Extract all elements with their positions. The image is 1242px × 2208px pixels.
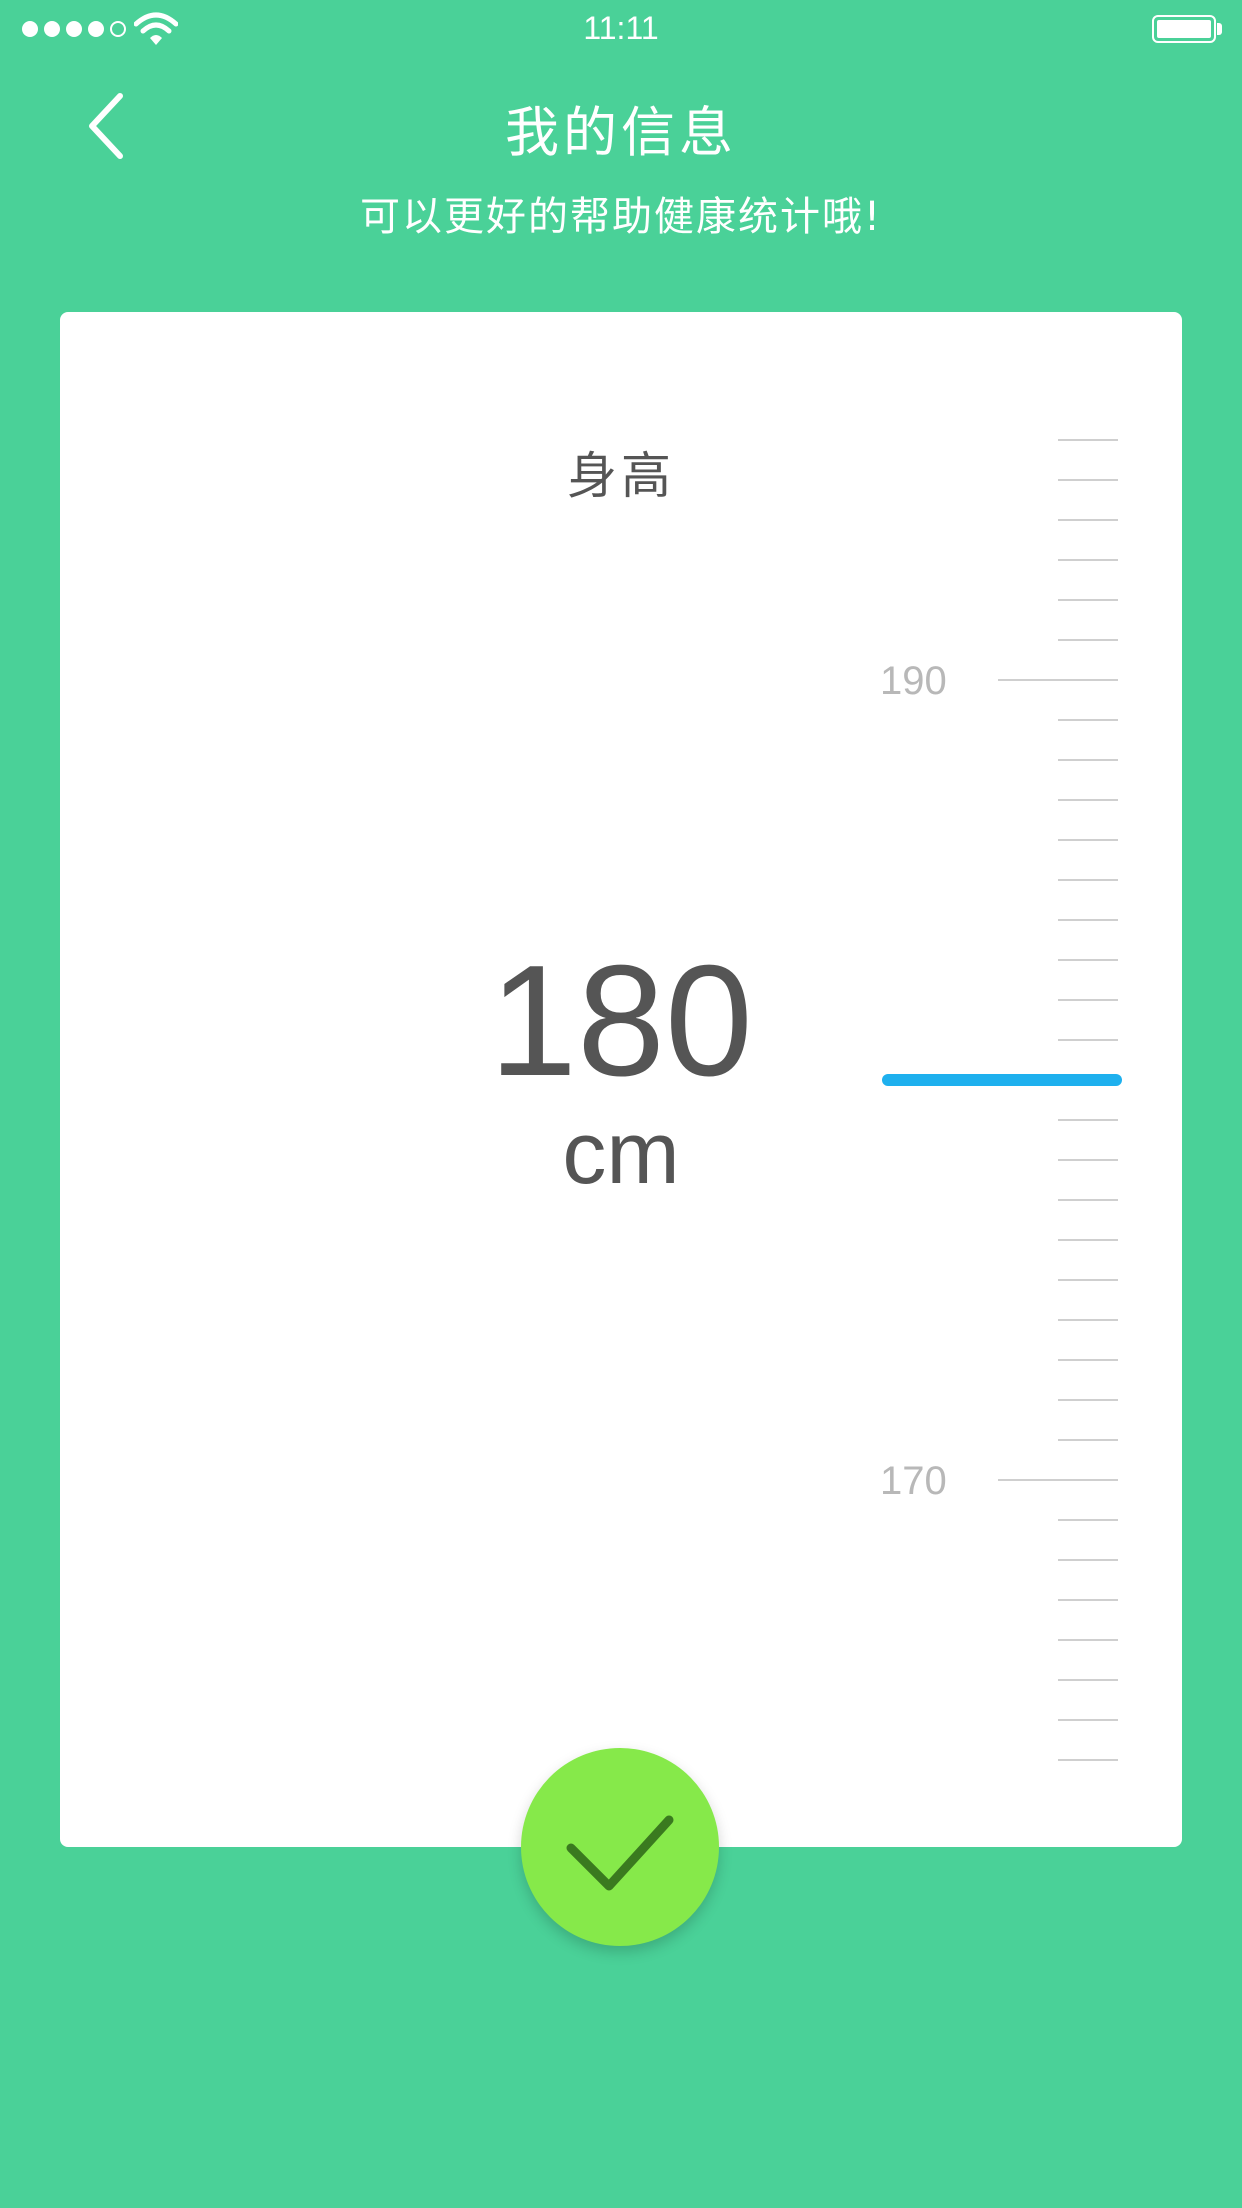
ruler-tick-label: 170 bbox=[880, 1459, 947, 1503]
battery-tip bbox=[1217, 23, 1222, 35]
ruler-tick-label: 190 bbox=[880, 659, 947, 703]
confirm-button[interactable] bbox=[521, 1748, 719, 1946]
status-time: 11:11 bbox=[583, 10, 659, 46]
page-subtitle: 可以更好的帮助健康统计哦! bbox=[359, 194, 883, 240]
status-bar: 11:11 bbox=[0, 0, 1242, 60]
height-picker-screen: 11:11 我的信息 可以更好的帮助健康统计哦! 身高 180 cm 170 19… bbox=[0, 0, 1242, 2208]
ruler-indicator[interactable] bbox=[882, 1074, 1122, 1086]
checkmark-icon bbox=[566, 1815, 674, 1891]
height-ruler[interactable]: 170 190 bbox=[60, 312, 1182, 1847]
page-title: 我的信息 bbox=[505, 101, 737, 164]
battery-icon bbox=[1152, 15, 1216, 43]
height-card: 身高 180 cm 170 190 bbox=[60, 312, 1182, 1847]
